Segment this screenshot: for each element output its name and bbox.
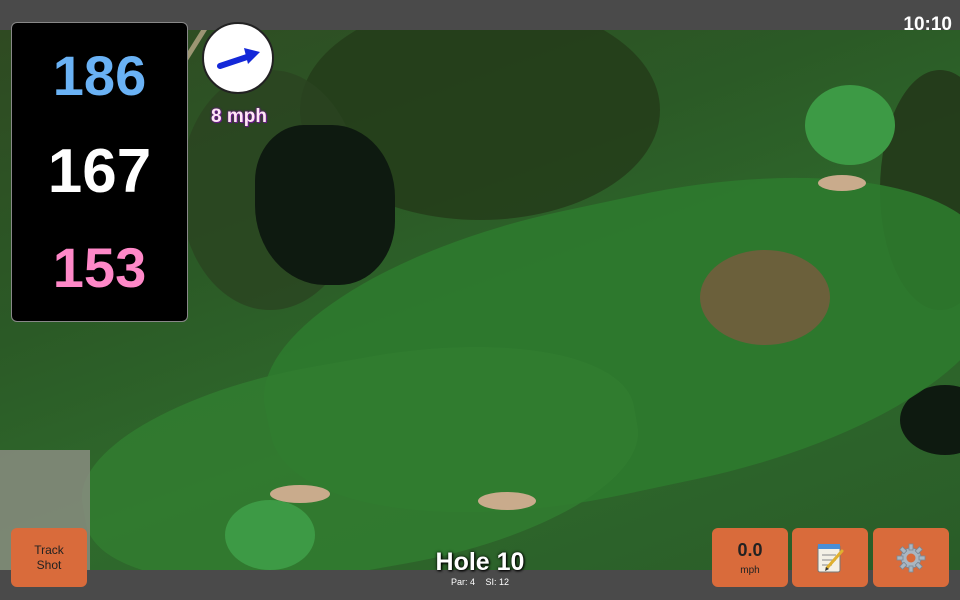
wind-speed: 8 mph (211, 106, 267, 127)
wind-arrow-icon (217, 48, 260, 69)
speed-unit: mph (740, 564, 760, 576)
hole-details: Par: 4 SI: 12 (380, 577, 580, 587)
track-shot-button[interactable]: Track Shot (11, 528, 87, 587)
bunker-left (270, 485, 330, 503)
green-bottom (225, 500, 315, 570)
hole-stroke-index: SI: 12 (485, 577, 510, 587)
notes-button[interactable] (792, 528, 868, 587)
gear-icon (896, 543, 926, 572)
track-shot-label: Track Shot (34, 543, 64, 572)
bunker-top (818, 175, 866, 191)
wind-indicator (202, 22, 274, 94)
front-distance: 153 (52, 236, 147, 300)
speed-button[interactable]: 0.0 mph (712, 528, 788, 587)
hole-title: Hole 10 (435, 548, 525, 576)
pond (255, 125, 395, 285)
distance-panel: 186 167 153 (11, 22, 188, 322)
hole-par: Par: 4 (450, 577, 475, 587)
bunker-mid (478, 492, 536, 510)
middle-distance: 167 (47, 136, 152, 206)
green-top (805, 85, 895, 165)
rough-patch (700, 250, 830, 345)
speed-value: 0.0 (737, 539, 763, 560)
notepad-icon (817, 543, 844, 572)
settings-button[interactable] (873, 528, 949, 587)
back-distance: 186 (52, 43, 147, 107)
